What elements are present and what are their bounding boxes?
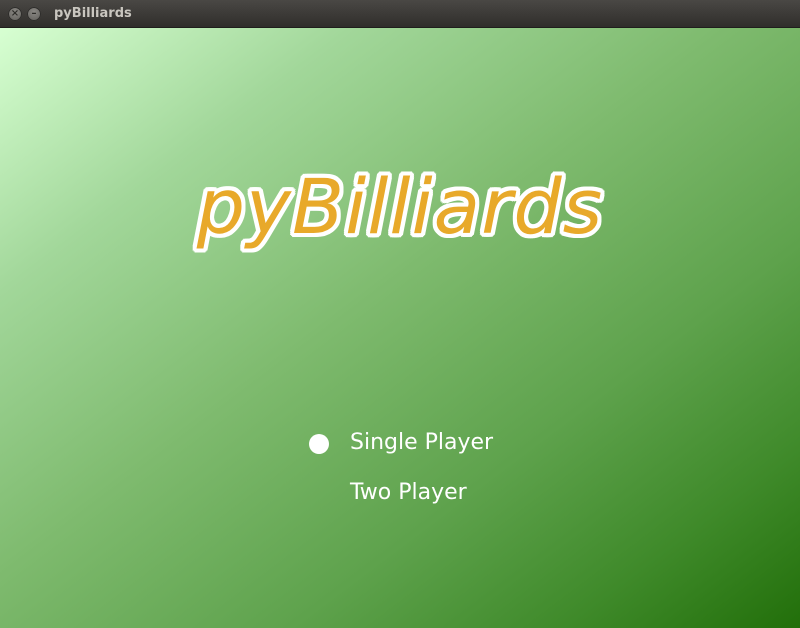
minimize-icon: – (31, 8, 37, 19)
menu-item-label: Two Player (350, 480, 467, 505)
minimize-window-button[interactable]: – (27, 7, 41, 21)
menu-item-two-player[interactable]: Two Player (350, 478, 493, 528)
app-window: × – pyBilliards pyBilliards Single Playe… (0, 0, 800, 628)
close-window-button[interactable]: × (8, 7, 22, 21)
menu-item-label: Single Player (350, 430, 494, 455)
close-icon: × (10, 8, 20, 19)
window-title: pyBilliards (54, 6, 132, 21)
selection-ball-icon (309, 434, 329, 454)
game-canvas[interactable]: pyBilliards Single Player Two Player (0, 28, 800, 628)
main-menu: Single Player Two Player (309, 428, 494, 528)
game-title-logo: pyBilliards (196, 162, 604, 251)
menu-item-single-player[interactable]: Single Player (309, 428, 494, 478)
window-titlebar[interactable]: × – pyBilliards (0, 0, 800, 28)
